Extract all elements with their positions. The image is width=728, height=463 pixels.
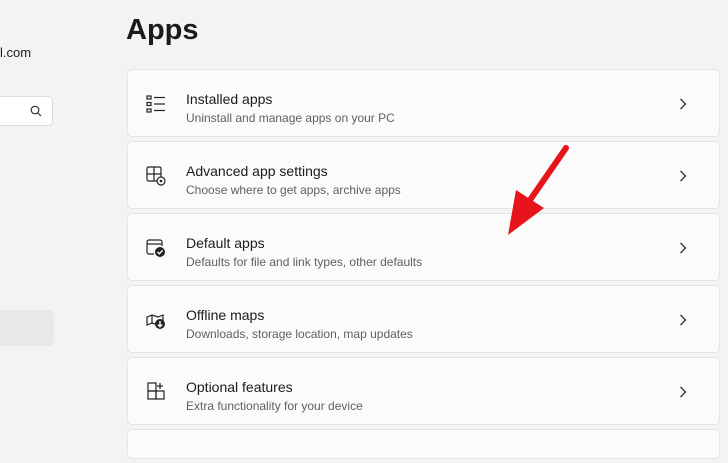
installed-apps-card[interactable]: Installed apps Uninstall and manage apps…	[127, 69, 720, 137]
card-title: Offline maps	[186, 307, 265, 323]
sidebar: l.com	[0, 0, 112, 438]
search-icon	[30, 105, 42, 117]
apps-settings-list: Installed apps Uninstall and manage apps…	[127, 69, 720, 463]
card-subtitle: Extra functionality for your device	[186, 399, 363, 413]
chevron-right-icon	[680, 242, 687, 254]
list-icon	[146, 95, 165, 113]
card-subtitle: Defaults for file and link types, other …	[186, 255, 423, 269]
card-subtitle: Uninstall and manage apps on your PC	[186, 111, 395, 125]
account-email: l.com	[0, 45, 32, 60]
sidebar-item-apps[interactable]	[0, 310, 54, 346]
card-title: Default apps	[186, 235, 265, 251]
default-apps-card[interactable]: Default apps Defaults for file and link …	[127, 213, 720, 281]
chevron-right-icon	[680, 98, 687, 110]
offline-maps-card[interactable]: Offline maps Downloads, storage location…	[127, 285, 720, 353]
card-title: Optional features	[186, 379, 293, 395]
advanced-app-settings-card[interactable]: Advanced app settings Choose where to ge…	[127, 141, 720, 209]
app-settings-icon	[146, 166, 166, 186]
map-icon	[146, 314, 165, 329]
card-subtitle: Downloads, storage location, map updates	[186, 327, 413, 341]
chevron-right-icon	[680, 170, 687, 182]
annotation-arrow-icon	[508, 145, 569, 235]
optional-features-card[interactable]: Optional features Extra functionality fo…	[127, 357, 720, 425]
card-subtitle: Choose where to get apps, archive apps	[186, 183, 401, 197]
search-box[interactable]	[0, 96, 53, 126]
card-title: Installed apps	[186, 91, 273, 107]
optional-features-icon	[147, 382, 165, 400]
page-title: Apps	[126, 14, 199, 46]
next-settings-card[interactable]	[127, 429, 720, 459]
chevron-right-icon	[680, 314, 687, 326]
chevron-right-icon	[680, 386, 687, 398]
default-apps-icon	[146, 239, 165, 257]
card-title: Advanced app settings	[186, 163, 328, 179]
